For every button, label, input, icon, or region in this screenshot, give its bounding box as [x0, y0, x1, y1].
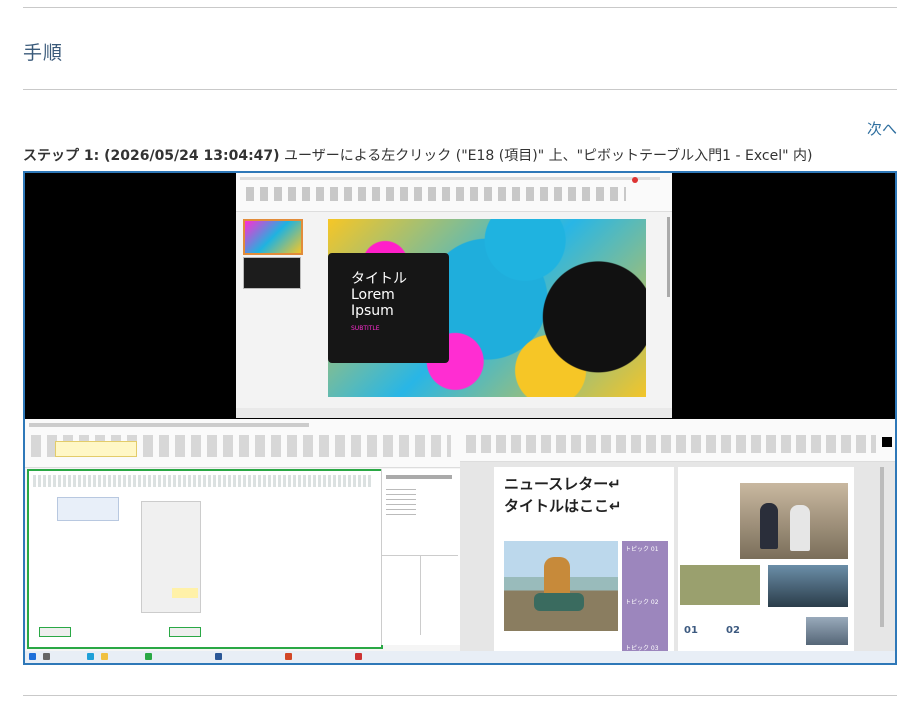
- newsletter-title-line: ニュースレター↵: [504, 475, 621, 493]
- comment-note: [57, 497, 119, 521]
- excel-window: [25, 419, 460, 651]
- slide-subtitle-text: SUBTITLE: [351, 325, 380, 332]
- powerpoint-ribbon: [236, 173, 672, 212]
- topic-label: トピック 01: [625, 546, 659, 553]
- slide-title-line: Lorem: [351, 287, 395, 303]
- app-icon[interactable]: [355, 653, 362, 660]
- slide-thumbnail-2[interactable]: [243, 257, 301, 289]
- slide-subtitle: SUBTITLE: [351, 325, 380, 332]
- title-divider: [23, 89, 897, 90]
- step-prefix: ステップ 1: (2026/05/24 13:04:47): [23, 148, 280, 164]
- topic-column: トピック 01 トピック 02 トピック 03: [622, 541, 668, 652]
- step-caption: ステップ 1: (2026/05/24 13:04:47) ユーザーによる左クリ…: [23, 145, 812, 165]
- top-divider: [23, 7, 897, 8]
- next-link[interactable]: 次へ: [867, 118, 897, 139]
- edge-icon[interactable]: [87, 653, 94, 660]
- slide-thumbnail-1[interactable]: [243, 219, 303, 255]
- olive-block: [680, 565, 760, 605]
- bottom-divider: [23, 695, 897, 696]
- record-icon: [632, 177, 638, 183]
- vertical-scrollbar[interactable]: [667, 217, 670, 297]
- photo-small-2: [806, 617, 848, 645]
- powerpoint-icon[interactable]: [285, 653, 292, 660]
- step-description: ユーザーによる左クリック ("E18 (項目)" 上、"ピボットテーブル入門1 …: [279, 148, 813, 164]
- powerpoint-statusbar: [236, 408, 672, 418]
- topic-label: トピック 02: [625, 599, 659, 606]
- powerpoint-window: タイトル Lorem Ipsum SUBTITLE: [236, 173, 672, 418]
- section-title: 手順: [23, 42, 64, 64]
- slide-title-line: タイトル: [351, 271, 407, 287]
- start-icon[interactable]: [29, 653, 36, 660]
- word-icon[interactable]: [215, 653, 222, 660]
- slide-title: タイトル Lorem Ipsum: [351, 271, 407, 319]
- newsletter-title: ニュースレター↵ タイトルはここ↵: [504, 473, 622, 517]
- newsletter-page-1[interactable]: ニュースレター↵ タイトルはここ↵ トピック 01 トピック 02 トピック 0…: [494, 467, 674, 652]
- newsletter-title-line: タイトルはここ↵: [504, 497, 622, 515]
- section-number: 02: [726, 625, 740, 636]
- word-ribbon: [460, 419, 895, 462]
- section-number: 01: [684, 625, 698, 636]
- pivot-pane[interactable]: [381, 469, 460, 645]
- word-window: ニュースレター↵ タイトルはここ↵ トピック 01 トピック 02 トピック 0…: [460, 419, 895, 652]
- search-icon[interactable]: [43, 653, 50, 660]
- sheet-tab-left[interactable]: [39, 627, 71, 637]
- word-scrollbar[interactable]: [880, 467, 884, 627]
- pivot-field-box: [141, 501, 201, 613]
- excel-sheet[interactable]: [27, 469, 383, 649]
- explorer-icon[interactable]: [101, 653, 108, 660]
- slide-title-line: Ipsum: [351, 303, 394, 319]
- newsletter-photo-couple: [740, 483, 848, 559]
- step-screenshot[interactable]: タイトル Lorem Ipsum SUBTITLE ニュースレター↵ タイトルは…: [23, 171, 897, 665]
- newsletter-page-2[interactable]: 01 02: [678, 467, 854, 651]
- tooltip-highlight: [55, 441, 137, 457]
- share-icon[interactable]: [882, 437, 892, 447]
- photo-small-1: [768, 565, 848, 607]
- excel-ribbon: [25, 419, 460, 468]
- taskbar: [25, 651, 895, 663]
- newsletter-photo: [504, 541, 618, 631]
- excel-icon[interactable]: [145, 653, 152, 660]
- sheet-tab-right[interactable]: [169, 627, 201, 637]
